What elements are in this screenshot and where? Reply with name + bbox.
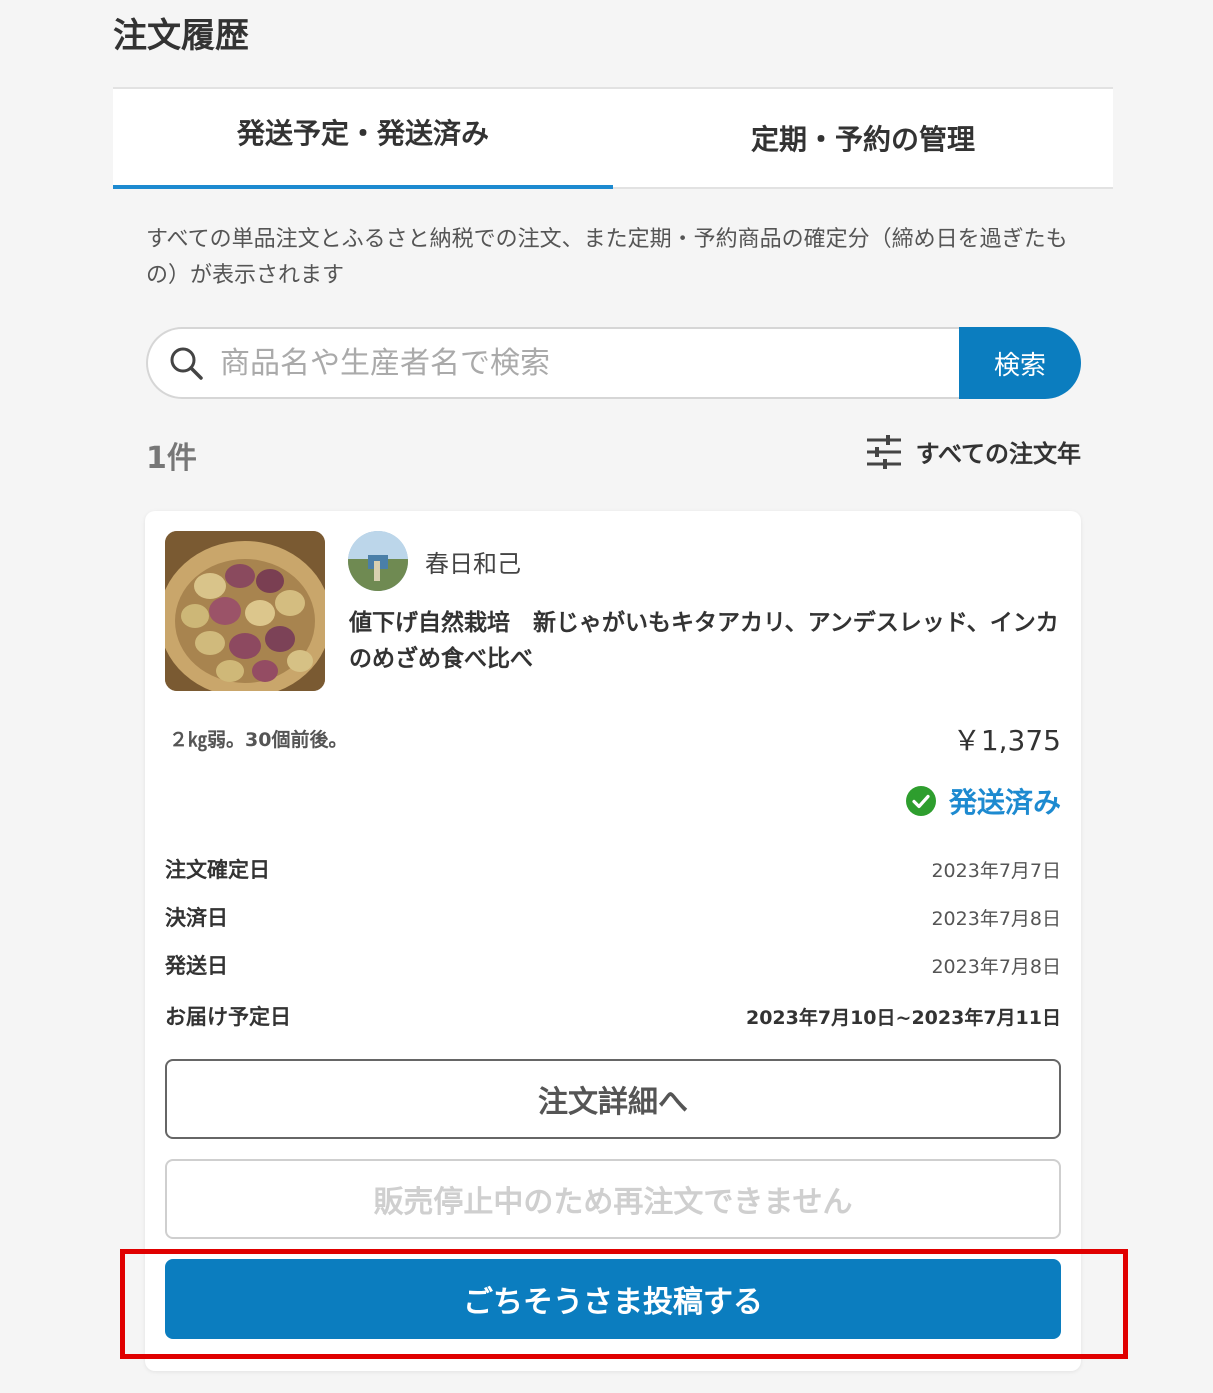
gochisousama-post-button[interactable]: ごちそうさま投稿する xyxy=(165,1259,1061,1339)
date-value: 2023年7月8日 xyxy=(931,907,1061,930)
status-badge: 発送済み xyxy=(905,781,1061,821)
potato-basket-image xyxy=(165,531,325,691)
date-label: お届け予定日 xyxy=(165,1005,291,1029)
search-bar: 検索 xyxy=(146,327,1081,399)
product-price: ￥1,375 xyxy=(952,724,1061,757)
year-filter-button[interactable]: すべての注文年 xyxy=(866,434,1081,469)
status-label: 発送済み xyxy=(948,786,1061,819)
order-dates: 注文確定日 2023年7月7日 決済日 2023年7月8日 発送日 2023年7… xyxy=(165,845,1061,1043)
order-card: 春日和己 値下げ自然栽培 新じゃがいもキタアカリ、アンデスレッド、インカのめざめ… xyxy=(145,511,1081,1371)
date-value: 2023年7月7日 xyxy=(931,859,1061,882)
product-variant: ２㎏弱。30個前後。 xyxy=(169,729,348,751)
page-title: 注文履歴 xyxy=(113,16,249,56)
tab-shipping-label: 発送予定・発送済み xyxy=(236,117,489,150)
date-label: 発送日 xyxy=(165,954,228,978)
order-detail-button[interactable]: 注文詳細へ xyxy=(165,1059,1061,1139)
year-filter-label: すべての注文年 xyxy=(915,440,1081,468)
search-input[interactable] xyxy=(218,344,922,382)
filter-sliders-icon xyxy=(866,434,901,469)
date-row-confirmed: 注文確定日 2023年7月7日 xyxy=(165,845,1061,893)
date-row-delivery: お届け予定日 2023年7月10日~2023年7月11日 xyxy=(165,989,1061,1043)
date-value: 2023年7月8日 xyxy=(931,955,1061,978)
date-row-shipped: 発送日 2023年7月8日 xyxy=(165,941,1061,989)
producer-avatar[interactable] xyxy=(348,531,408,591)
notice-text: すべての単品注文とふるさと納税での注文、また定期・予約商品の確定分（締め日を過ぎ… xyxy=(146,227,1068,288)
reorder-button-disabled: 販売停止中のため再注文できません xyxy=(165,1159,1061,1239)
date-label: 注文確定日 xyxy=(165,858,270,882)
product-name[interactable]: 値下げ自然栽培 新じゃがいもキタアカリ、アンデスレッド、インカのめざめ食べ比べ xyxy=(349,605,1059,677)
producer-name[interactable]: 春日和己 xyxy=(425,544,521,579)
search-box xyxy=(146,327,959,399)
tab-subscription[interactable]: 定期・予約の管理 xyxy=(613,89,1113,187)
date-label: 決済日 xyxy=(165,906,228,930)
result-count: 1件 xyxy=(146,441,197,476)
check-circle-icon xyxy=(905,786,936,816)
search-button[interactable]: 検索 xyxy=(959,327,1081,399)
tab-shipping[interactable]: 発送予定・発送済み xyxy=(113,89,613,189)
tab-subscription-label: 定期・予約の管理 xyxy=(750,123,975,156)
date-row-payment: 決済日 2023年7月8日 xyxy=(165,893,1061,941)
search-icon xyxy=(170,347,203,380)
avatar-image xyxy=(348,531,408,591)
order-tabs: 発送予定・発送済み 定期・予約の管理 xyxy=(113,87,1113,189)
date-value: 2023年7月10日~2023年7月11日 xyxy=(745,1006,1061,1029)
product-image[interactable] xyxy=(165,531,325,691)
